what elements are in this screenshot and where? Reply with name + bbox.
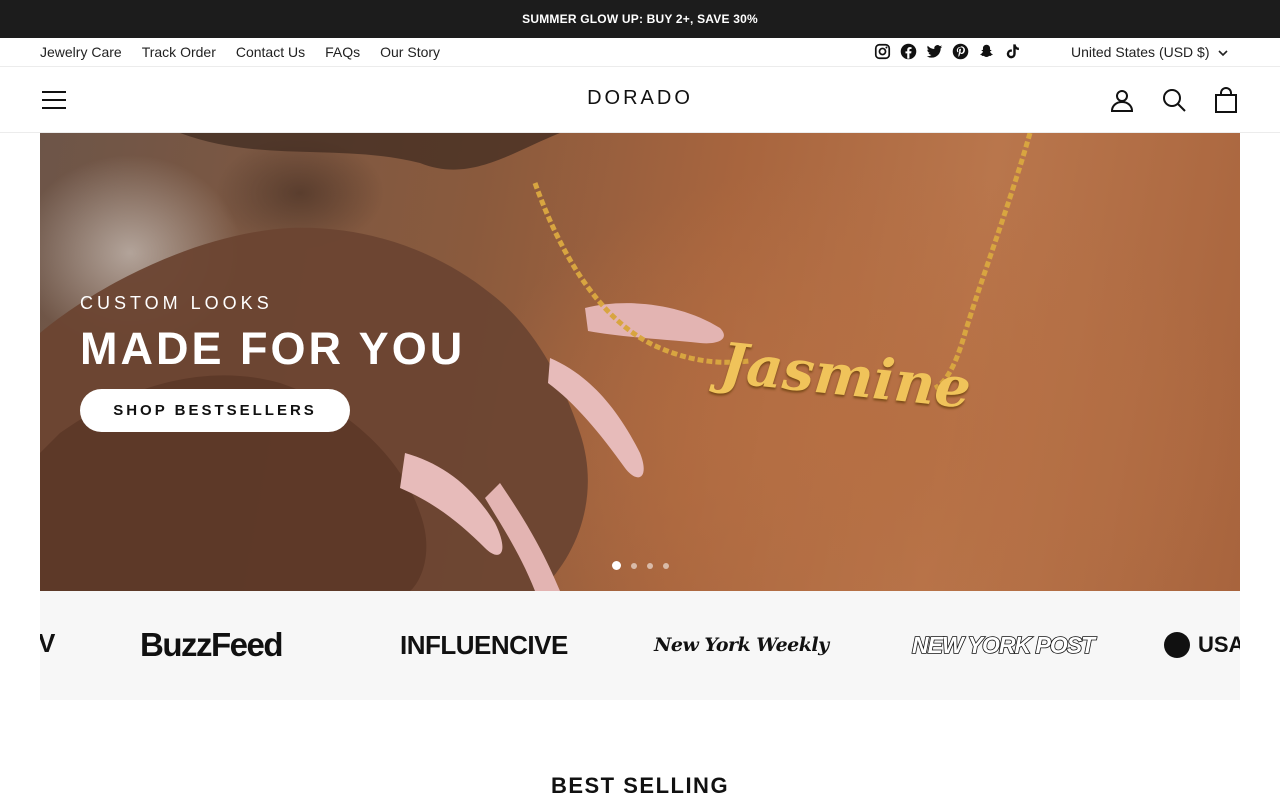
account-icon[interactable] xyxy=(1108,86,1136,114)
social-links xyxy=(873,42,1021,60)
tiktok-icon[interactable] xyxy=(1003,42,1021,60)
press-logo-new-york-weekly: New York Weekly xyxy=(654,634,829,656)
utility-bar: Jewelry Care Track Order Contact Us FAQs… xyxy=(0,38,1280,67)
chevron-down-icon xyxy=(1217,44,1228,60)
site-header: DORADO xyxy=(0,67,1280,133)
slider-dots xyxy=(612,561,669,570)
hero-banner[interactable]: Jasmine CUSTOM LOOKS MADE FOR YOU SHOP B… xyxy=(40,133,1240,591)
press-logo-influencive: INFLUENCIVE xyxy=(400,629,568,660)
nav-link-faqs[interactable]: FAQs xyxy=(325,44,360,60)
menu-icon[interactable] xyxy=(40,87,68,113)
pinterest-icon[interactable] xyxy=(951,42,969,60)
press-logo-buzzfeed: BuzzFeed xyxy=(140,626,284,663)
slide-dot-4[interactable] xyxy=(663,562,669,569)
shop-bestsellers-button[interactable]: SHOP BESTSELLERS xyxy=(80,389,350,432)
press-logo-new-york-post: NEW YORK POST xyxy=(911,631,1096,659)
announcement-text: SUMMER GLOW UP: BUY 2+, SAVE 30% xyxy=(522,12,758,26)
utility-nav: Jewelry Care Track Order Contact Us FAQs… xyxy=(40,38,440,66)
nav-link-our-story[interactable]: Our Story xyxy=(380,44,440,60)
snapchat-icon[interactable] xyxy=(977,42,995,60)
site-logo[interactable]: DORADO xyxy=(540,87,740,110)
press-logo-usa-text: USA xyxy=(1198,632,1240,657)
search-icon[interactable] xyxy=(1160,86,1188,114)
press-logos: V BuzzFeed INFLUENCIVE New York Weekly N… xyxy=(40,591,1240,700)
slide-dot-3[interactable] xyxy=(647,562,653,569)
cart-icon[interactable] xyxy=(1212,86,1240,114)
currency-selector[interactable]: United States (USD $) xyxy=(1071,38,1228,66)
best-selling-heading: BEST SELLING xyxy=(550,773,730,798)
hero-kicker: CUSTOM LOOKS xyxy=(80,293,273,313)
announcement-bar: SUMMER GLOW UP: BUY 2+, SAVE 30% xyxy=(0,0,1280,38)
nav-link-track-order[interactable]: Track Order xyxy=(142,44,216,60)
nav-link-contact-us[interactable]: Contact Us xyxy=(236,44,305,60)
facebook-icon[interactable] xyxy=(899,42,917,60)
slide-dot-2[interactable] xyxy=(631,562,637,569)
twitter-icon[interactable] xyxy=(925,42,943,60)
instagram-icon[interactable] xyxy=(873,42,891,60)
press-logo-partial: V xyxy=(40,627,56,658)
slide-dot-1[interactable] xyxy=(612,561,621,570)
hero-title: MADE FOR YOU xyxy=(80,323,466,374)
usa-today-dot-icon xyxy=(1164,632,1190,658)
nav-link-jewelry-care[interactable]: Jewelry Care xyxy=(40,44,122,60)
press-logo-usa-today: USA xyxy=(1164,627,1240,663)
currency-label: United States (USD $) xyxy=(1071,44,1210,60)
